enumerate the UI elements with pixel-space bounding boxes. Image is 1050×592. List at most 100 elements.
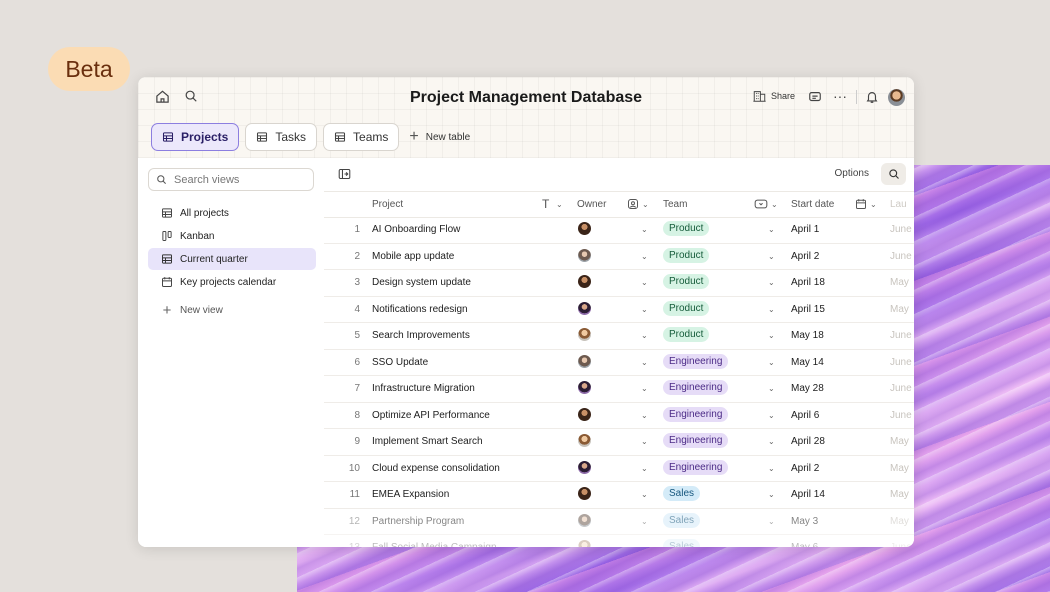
table-row[interactable]: 11 EMEA Expansion ⌄ Sales ⌄ April 14 May <box>324 482 914 509</box>
table-row[interactable]: 13 Fall Social Media Campaign ⌄ Sales ⌄ May 6… <box>324 535 914 547</box>
chevron-down-icon[interactable]: ⌄ <box>641 543 648 547</box>
chevron-down-icon[interactable]: ⌄ <box>641 225 648 234</box>
launch-date-cell[interactable]: June <box>890 330 912 341</box>
project-name-cell[interactable]: Infrastructure Migration <box>372 383 475 394</box>
owner-avatar[interactable] <box>578 513 591 527</box>
team-pill[interactable]: Sales <box>663 539 701 547</box>
table-row[interactable]: 10 Cloud expense consolidation ⌄ Engineerin… <box>324 456 914 482</box>
chevron-down-icon[interactable]: ⌄ <box>771 200 778 209</box>
owner-avatar[interactable] <box>578 487 591 500</box>
chevron-down-icon[interactable]: ⌄ <box>768 305 775 314</box>
chevron-down-icon[interactable]: ⌄ <box>641 490 648 499</box>
launch-date-cell[interactable]: May <box>890 277 909 288</box>
view-current-quarter[interactable]: Current quarter <box>148 248 316 270</box>
new-view-button[interactable]: + New view <box>148 299 316 321</box>
chevron-down-icon[interactable]: ⌄ <box>768 517 775 526</box>
launch-date-cell[interactable]: May <box>890 463 909 474</box>
project-name-cell[interactable]: Search Improvements <box>372 330 470 341</box>
project-name-cell[interactable]: SSO Update <box>372 357 428 368</box>
start-date-cell[interactable]: April 2 <box>791 463 819 474</box>
project-name-cell[interactable]: Mobile app update <box>372 251 454 262</box>
launch-date-cell[interactable]: June <box>890 357 912 368</box>
chevron-down-icon[interactable]: ⌄ <box>768 225 775 234</box>
table-search-button[interactable] <box>881 163 906 185</box>
table-row[interactable]: 4 Notifications redesign ⌄ Product ⌄ April 15… <box>324 297 914 323</box>
chevron-down-icon[interactable]: ⌄ <box>641 411 648 420</box>
chevron-down-icon[interactable]: ⌄ <box>768 411 775 420</box>
project-name-cell[interactable]: Implement Smart Search <box>372 436 483 447</box>
start-date-cell[interactable]: April 28 <box>791 436 825 447</box>
chevron-down-icon[interactable]: ⌄ <box>768 252 775 261</box>
team-pill[interactable]: Product <box>663 274 710 289</box>
new-table-button[interactable]: + New table <box>405 124 474 150</box>
column-header-project[interactable]: Project <box>372 199 403 210</box>
chevron-down-icon[interactable]: ⌄ <box>641 358 648 367</box>
start-date-cell[interactable]: April 14 <box>791 489 825 500</box>
table-row[interactable]: 12 Partnership Program ⌄ Sales ⌄ May 3 May <box>324 509 914 535</box>
chevron-down-icon[interactable]: ⌄ <box>556 200 563 209</box>
table-row[interactable]: 5 Search Improvements ⌄ Product ⌄ May 18 June <box>324 323 914 350</box>
owner-avatar[interactable] <box>578 222 591 235</box>
team-pill[interactable]: Product <box>663 300 710 316</box>
chevron-down-icon[interactable]: ⌄ <box>641 252 648 261</box>
team-pill[interactable]: Product <box>663 247 710 263</box>
tab-tasks[interactable]: Tasks <box>245 123 318 151</box>
options-button[interactable]: Options <box>835 168 869 179</box>
view-all-projects[interactable]: All projects <box>148 202 316 224</box>
owner-avatar[interactable] <box>578 328 591 341</box>
launch-date-cell[interactable]: May <box>890 516 909 527</box>
home-icon[interactable] <box>155 89 170 104</box>
owner-avatar[interactable] <box>578 407 591 421</box>
bell-icon[interactable] <box>865 90 879 104</box>
share-button[interactable]: Share <box>752 89 795 103</box>
launch-date-cell[interactable]: June <box>890 224 912 235</box>
chevron-down-icon[interactable]: ⌄ <box>768 278 775 287</box>
launch-date-cell[interactable]: June <box>890 542 912 547</box>
column-header-start-date[interactable]: Start date <box>791 199 834 210</box>
start-date-cell[interactable]: May 18 <box>791 330 824 341</box>
table-row[interactable]: 8 Optimize API Performance ⌄ Engineering ⌄ Ap… <box>324 403 914 429</box>
column-header-owner[interactable]: Owner <box>577 199 606 210</box>
search-icon[interactable] <box>184 89 198 103</box>
team-pill[interactable]: Engineering <box>663 380 729 395</box>
chevron-down-icon[interactable]: ⌄ <box>641 305 648 314</box>
team-pill[interactable]: Product <box>663 327 710 342</box>
launch-date-cell[interactable]: June <box>890 251 912 262</box>
view-key-projects-calendar[interactable]: Key projects calendar <box>148 271 316 293</box>
team-pill[interactable]: Sales <box>663 486 701 501</box>
project-name-cell[interactable]: EMEA Expansion <box>372 489 449 500</box>
chevron-down-icon[interactable]: ⌄ <box>870 200 877 209</box>
table-row[interactable]: 6 SSO Update ⌄ Engineering ⌄ May 14 June <box>324 350 914 376</box>
project-name-cell[interactable]: Partnership Program <box>372 516 464 527</box>
chevron-down-icon[interactable]: ⌄ <box>642 200 649 209</box>
project-name-cell[interactable]: Optimize API Performance <box>372 410 490 421</box>
launch-date-cell[interactable]: May <box>890 489 909 500</box>
team-pill[interactable]: Engineering <box>663 353 729 369</box>
start-date-cell[interactable]: May 3 <box>791 516 818 527</box>
team-pill[interactable]: Engineering <box>663 406 729 422</box>
start-date-cell[interactable]: April 18 <box>791 277 825 288</box>
tab-projects[interactable]: Projects <box>151 123 240 151</box>
start-date-cell[interactable]: May 14 <box>791 357 824 368</box>
team-pill[interactable]: Engineering <box>663 459 729 475</box>
chevron-down-icon[interactable]: ⌄ <box>768 358 775 367</box>
owner-avatar[interactable] <box>578 381 591 394</box>
chevron-down-icon[interactable]: ⌄ <box>641 464 648 473</box>
table-row[interactable]: 7 Infrastructure Migration ⌄ Engineering ⌄ Ma… <box>324 376 914 403</box>
team-pill[interactable]: Product <box>663 221 710 236</box>
owner-avatar[interactable] <box>578 434 591 447</box>
chevron-down-icon[interactable]: ⌄ <box>641 384 648 393</box>
owner-avatar[interactable] <box>578 275 591 288</box>
project-name-cell[interactable]: Fall Social Media Campaign <box>372 542 497 547</box>
launch-date-cell[interactable]: May <box>890 304 909 315</box>
team-pill[interactable]: Engineering <box>663 433 729 448</box>
chevron-down-icon[interactable]: ⌄ <box>768 331 775 340</box>
table-row[interactable]: 3 Design system update ⌄ Product ⌄ April 18 Ma… <box>324 270 914 297</box>
owner-avatar[interactable] <box>578 460 591 474</box>
launch-date-cell[interactable]: June <box>890 410 912 421</box>
tab-teams[interactable]: Teams <box>323 123 400 151</box>
project-name-cell[interactable]: Cloud expense consolidation <box>372 463 500 474</box>
chevron-down-icon[interactable]: ⌄ <box>768 464 775 473</box>
owner-avatar[interactable] <box>578 540 591 547</box>
view-kanban[interactable]: Kanban <box>148 225 316 247</box>
